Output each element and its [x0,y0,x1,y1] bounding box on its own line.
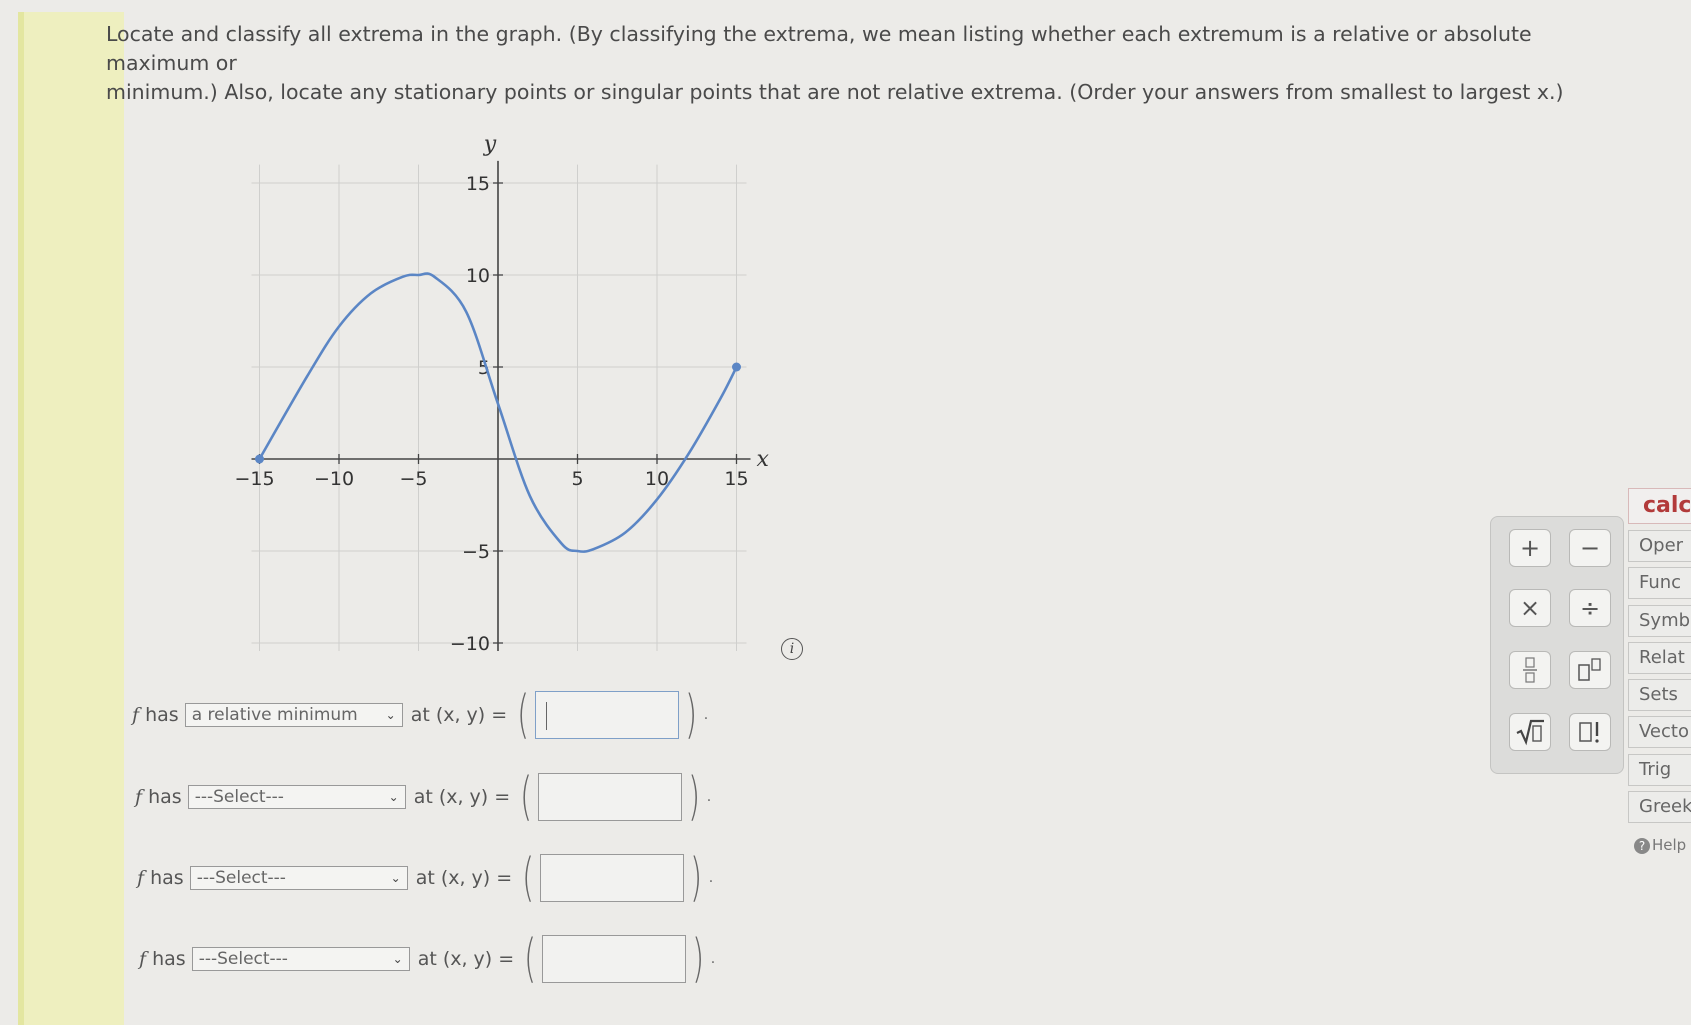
at-xy-label: at (x, y) = [410,704,508,726]
tab-sets[interactable]: Sets [1628,679,1691,711]
tab-relations[interactable]: Relat [1628,642,1691,674]
classification-select-4[interactable]: ---Select--- ⌄ [191,947,410,971]
chevron-down-icon: ⌄ [392,952,403,966]
at-xy-label: at (x, y) = [415,867,513,889]
x-tick-label: 5 [571,468,583,490]
x-tick-label: −5 [399,468,427,490]
left-highlight-stripe [18,12,124,1025]
f-has-label: f has [139,948,186,970]
x-tick-label: −15 [234,468,274,490]
f-has-label: f has [137,867,184,889]
y-axis-label: y [483,132,497,157]
x-tick-label: −10 [314,468,354,490]
chevron-down-icon: ⌄ [388,790,399,804]
f-has-label: f has [135,786,182,808]
sqrt-button[interactable] [1509,713,1551,751]
answer-row-3: f has ---Select--- ⌄ at (x, y) = ( ). [137,848,714,908]
right-paren: ) [690,848,703,908]
info-icon[interactable]: i [781,638,803,660]
fraction-button[interactable] [1509,651,1551,689]
y-tick-label: 15 [466,173,490,195]
tab-symbols[interactable]: Symb [1628,605,1691,637]
tab-greek[interactable]: Greek [1628,791,1691,823]
sqrt-icon [1516,719,1544,746]
factorial-icon [1579,722,1599,743]
prompt-line-2: minimum.) Also, locate any stationary po… [106,80,1564,104]
right-paren: ) [685,685,698,745]
coordinate-input-2[interactable] [538,773,683,821]
function-graph: −15 −10 −5 5 10 15 15 10 5 −5 −10 x y [220,110,769,674]
power-icon [1578,658,1601,681]
factorial-button[interactable] [1569,713,1611,751]
coordinate-input-4[interactable] [542,935,687,983]
calc-title: calc [1628,488,1691,524]
at-xy-label: at (x, y) = [417,948,515,970]
endpoint-dot [732,362,741,372]
classification-select-2[interactable]: ---Select--- ⌄ [187,785,406,809]
chevron-down-icon: ⌄ [385,708,396,722]
question-prompt: Locate and classify all extrema in the g… [106,20,1636,107]
x-axis-label: x [757,447,770,472]
right-paren: ) [692,929,705,989]
power-button[interactable] [1569,651,1611,689]
tab-operations[interactable]: Oper [1628,530,1691,562]
fraction-icon [1523,657,1537,683]
f-has-label: f has [132,704,179,726]
tab-vectors[interactable]: Vecto [1628,716,1691,748]
math-palette: + − × ÷ [1490,516,1624,774]
coordinate-input-3[interactable] [540,854,685,902]
left-paren: ( [517,685,530,745]
left-paren: ( [524,929,537,989]
times-button[interactable]: × [1509,589,1551,627]
plus-button[interactable]: + [1509,529,1551,567]
prompt-line-1: Locate and classify all extrema in the g… [106,22,1532,75]
minus-button[interactable]: − [1569,529,1611,567]
tab-functions[interactable]: Func [1628,567,1691,599]
answer-row-1: f has a relative minimum ⌄ at (x, y) = ( … [132,685,709,745]
left-paren: ( [520,767,533,827]
help-icon: ? [1634,838,1650,854]
endpoint-dot [255,454,264,464]
y-tick-label: −10 [450,633,490,655]
classification-select-1[interactable]: a relative minimum ⌄ [184,703,403,727]
graph-svg: −15 −10 −5 5 10 1515105−5−10xy [234,132,769,655]
y-tick-label: 10 [466,265,490,287]
coordinate-input-1[interactable] [535,691,680,739]
tab-trig[interactable]: Trig [1628,754,1691,786]
answer-row-4: f has ---Select--- ⌄ at (x, y) = ( ). [139,929,716,989]
right-paren: ) [688,767,701,827]
classification-select-3[interactable]: ---Select--- ⌄ [189,866,408,890]
left-paren: ( [522,848,535,908]
x-tick-label: 15 [724,468,748,490]
help-link[interactable]: ? Help [1634,836,1686,854]
at-xy-label: at (x, y) = [413,786,511,808]
divide-button[interactable]: ÷ [1569,589,1611,627]
y-tick-label: −5 [462,541,490,563]
chevron-down-icon: ⌄ [390,871,401,885]
answer-row-2: f has ---Select--- ⌄ at (x, y) = ( ). [135,767,712,827]
